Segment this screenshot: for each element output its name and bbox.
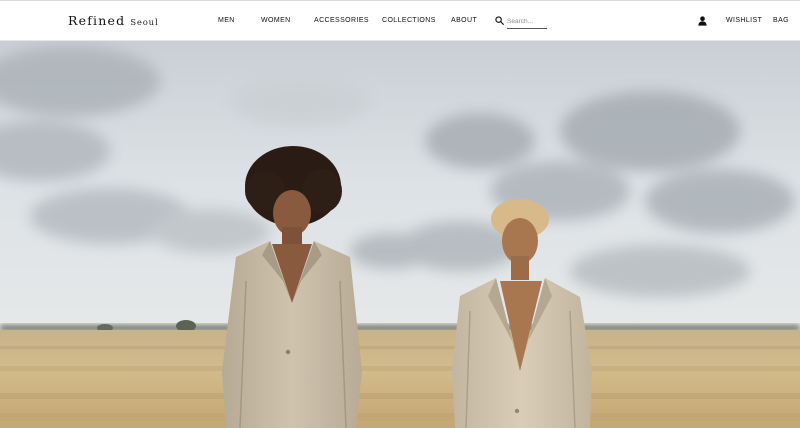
wishlist-link[interactable]: WISHLIST [726, 17, 762, 24]
bag-link[interactable]: BAG [773, 17, 789, 24]
search-icon[interactable] [495, 16, 504, 25]
brand-name: Refined [68, 13, 126, 28]
search-box [495, 13, 548, 30]
nav-link-women[interactable]: WOMEN [261, 17, 291, 24]
user-icon[interactable] [698, 16, 707, 26]
search-input[interactable] [507, 15, 547, 29]
brand-logo[interactable]: Refined Seoul [68, 13, 158, 28]
brand-subtitle: Seoul [130, 18, 159, 28]
hero-banner [0, 41, 800, 428]
nav-link-collections[interactable]: COLLECTIONS [382, 17, 436, 24]
page: Refined Seoul MEN WOMEN ACCESSORIES COLL… [0, 0, 800, 428]
nav-link-about[interactable]: ABOUT [451, 17, 477, 24]
site-header: Refined Seoul MEN WOMEN ACCESSORIES COLL… [0, 0, 800, 41]
nav-link-accessories[interactable]: ACCESSORIES [314, 17, 369, 24]
nav-link-men[interactable]: MEN [218, 17, 235, 24]
hero-image [0, 41, 800, 428]
